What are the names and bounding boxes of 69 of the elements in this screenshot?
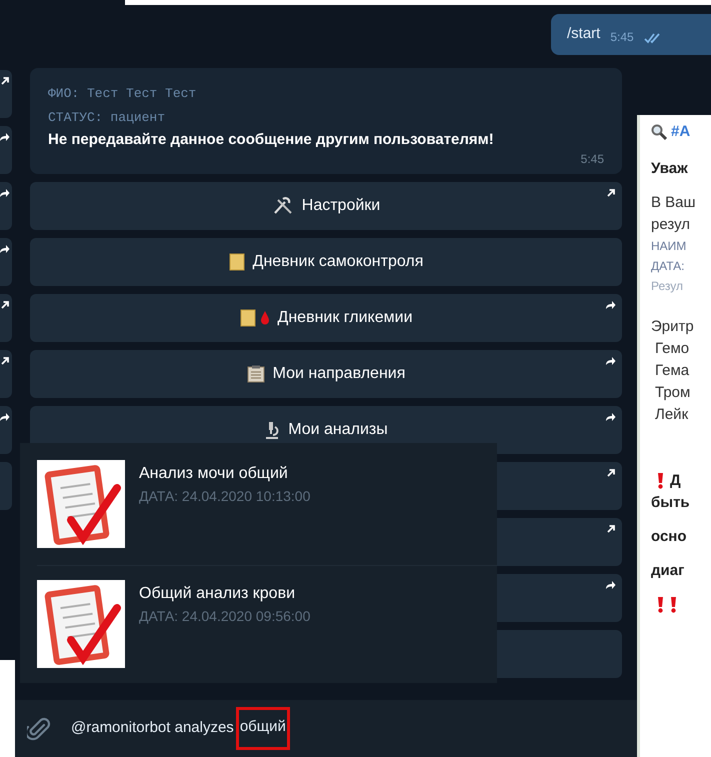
clipboard-check-icon xyxy=(37,460,125,548)
document-text: Д xyxy=(670,470,681,490)
message-text: /start xyxy=(567,24,600,44)
keyboard-button[interactable] xyxy=(0,406,12,454)
result-item[interactable]: Анализ мочи общий ДАТА: 24.04.2020 10:13:00 xyxy=(37,460,497,566)
keyboard-button[interactable]: Дневник самоконтроля xyxy=(30,238,622,286)
tools-icon xyxy=(272,196,294,214)
keyboard-button[interactable] xyxy=(0,294,12,342)
document-text: диаг xyxy=(651,560,686,580)
document-text: В Ваш xyxy=(651,192,697,212)
exclamation-icon xyxy=(670,596,677,612)
message-text: Не передавайте данное сообщение другим пользователям! xyxy=(48,130,495,150)
external-arrow-icon xyxy=(606,188,616,198)
share-arrow-icon xyxy=(605,356,616,366)
share-arrow-icon xyxy=(0,412,10,422)
microscope-icon xyxy=(264,420,280,438)
message-input[interactable]: @ramonitorbot analyzes общий xyxy=(71,707,290,750)
result-date: ДАТА: 24.04.2020 10:13:00 xyxy=(139,487,310,506)
keyboard-button[interactable] xyxy=(0,182,12,230)
share-arrow-icon xyxy=(605,580,616,590)
external-arrow-icon xyxy=(606,468,616,478)
result-date: ДАТА: 24.04.2020 09:56:00 xyxy=(139,607,310,626)
document-text: резул xyxy=(651,214,691,234)
document-text: Резул xyxy=(651,278,684,294)
keyboard-button[interactable] xyxy=(0,70,12,118)
keyboard-button[interactable] xyxy=(0,126,12,174)
external-arrow-icon xyxy=(606,524,616,534)
document-text: быть xyxy=(651,492,691,512)
note-icon xyxy=(240,308,256,326)
clipboard-check-icon xyxy=(37,580,125,668)
document-text: НАИМ xyxy=(651,238,688,254)
share-arrow-icon xyxy=(0,244,10,254)
share-arrow-icon xyxy=(605,300,616,310)
document-text: Гема xyxy=(654,360,690,380)
document-text: Гемо xyxy=(654,338,690,358)
message-text: СТАТУС: пациент xyxy=(48,108,166,126)
message-time: 5:45 xyxy=(580,150,604,168)
result-title: Общий анализ крови xyxy=(139,584,296,604)
external-arrow-icon xyxy=(0,76,10,86)
document-text: Уваж xyxy=(651,158,689,178)
document-text: Лейк xyxy=(654,404,690,424)
external-arrow-icon xyxy=(0,356,10,366)
document-text: ДАТА: xyxy=(651,258,686,274)
drop-icon xyxy=(260,310,270,324)
document-text: Тром xyxy=(654,382,692,402)
document-text: Эритр xyxy=(651,316,695,336)
external-arrow-icon xyxy=(0,300,10,310)
highlighted-text: общий xyxy=(236,707,290,750)
exclamation-icon xyxy=(657,472,664,488)
result-title: Анализ мочи общий xyxy=(139,464,289,484)
keyboard-button[interactable] xyxy=(0,350,12,398)
result-item[interactable]: Общий анализ крови ДАТА: 24.04.2020 09:56:00 xyxy=(37,566,497,672)
message-text: ФИО: Тест Тест Тест xyxy=(48,84,198,102)
input-text: @ramonitorbot analyzes xyxy=(71,718,234,738)
share-arrow-icon xyxy=(0,132,10,142)
attach-icon[interactable] xyxy=(27,716,51,742)
note-icon xyxy=(228,252,245,270)
share-arrow-icon xyxy=(605,412,616,422)
keyboard-button[interactable]: Мои направления xyxy=(30,350,622,398)
keyboard-button[interactable]: Дневник гликемии xyxy=(30,294,622,342)
exclamation-icon xyxy=(657,596,664,612)
keyboard-button[interactable]: Настройки xyxy=(30,182,622,230)
clipboard-icon xyxy=(246,364,265,382)
document-text: осно xyxy=(651,526,688,546)
keyboard-button[interactable] xyxy=(0,238,12,286)
share-arrow-icon xyxy=(0,188,10,198)
search-icon xyxy=(651,124,667,140)
message-time: 5:45 xyxy=(610,28,634,46)
hashtag-text: #А xyxy=(671,122,690,142)
